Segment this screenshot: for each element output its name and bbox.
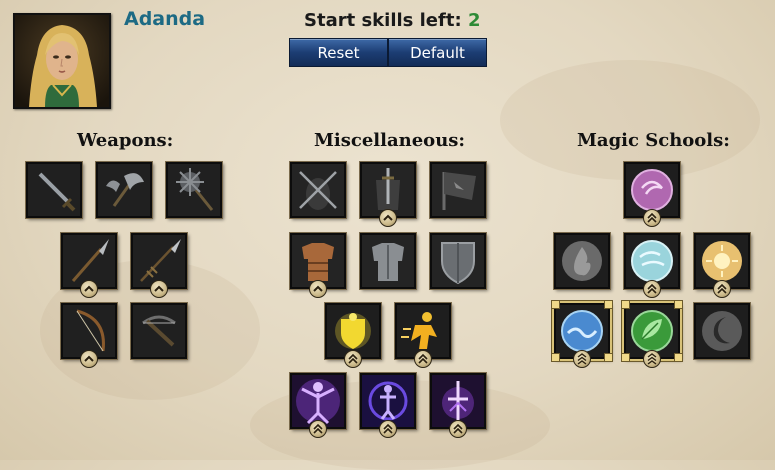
skill-leather-armor[interactable] [290, 233, 346, 298]
axe-icon [98, 164, 150, 216]
skill-banner[interactable] [430, 162, 486, 218]
skill-earth-magic[interactable] [621, 300, 683, 368]
skill-water-magic[interactable] [551, 300, 613, 368]
level-1-chevron-icon [84, 285, 94, 292]
level-1-chevron-icon [84, 355, 94, 362]
selection-corner [604, 353, 613, 362]
skill-axe[interactable] [96, 162, 152, 218]
selection-corner [674, 353, 683, 362]
selection-corner [551, 300, 560, 309]
skill-crossbow[interactable] [131, 303, 187, 359]
banner-icon [432, 164, 484, 216]
reset-button[interactable]: Reset [289, 38, 388, 67]
start-skills-label: Start skills left: [304, 10, 462, 31]
level-1-chevron-icon [383, 214, 393, 221]
skill-spear[interactable] [61, 233, 117, 298]
level-2-chevron-icon [647, 283, 657, 294]
selection-corner [674, 300, 683, 309]
skill-level-badge [80, 280, 98, 298]
skill-level-badge [80, 350, 98, 368]
skill-bow[interactable] [61, 303, 117, 368]
magic-schools-title: Magic Schools: [577, 130, 730, 151]
sword-icon [28, 164, 80, 216]
level-1-chevron-icon [313, 285, 323, 292]
skill-guard[interactable] [325, 303, 381, 368]
skill-level-badge [643, 209, 661, 227]
hero-portrait[interactable] [13, 13, 111, 109]
skill-dark-magic[interactable] [694, 303, 750, 359]
plate-armor-icon [362, 235, 414, 287]
level-2-chevron-icon [717, 283, 727, 294]
fire-magic-icon [556, 235, 608, 287]
skill-air-magic[interactable] [624, 233, 680, 298]
skill-sword[interactable] [26, 162, 82, 218]
level-2-chevron-icon [647, 212, 657, 223]
mace-icon [168, 164, 220, 216]
skill-level-badge [379, 420, 397, 438]
skill-level-badge [309, 420, 327, 438]
button-row: Reset Default [289, 38, 487, 67]
skill-regeneration[interactable] [430, 373, 486, 438]
crossbow-icon [133, 305, 185, 357]
skill-level-badge [573, 350, 591, 368]
level-3-chevron-icon [647, 353, 657, 365]
selection-corner [621, 300, 630, 309]
skill-bodybuilding[interactable] [360, 373, 416, 438]
level-2-chevron-icon [383, 423, 393, 434]
selection-corner [621, 353, 630, 362]
skill-shield[interactable] [430, 233, 486, 289]
level-2-chevron-icon [348, 353, 358, 364]
skill-level-badge [643, 350, 661, 368]
skill-level-badge [309, 280, 327, 298]
skill-fire-magic[interactable] [554, 233, 610, 289]
skill-light-magic[interactable] [694, 233, 750, 298]
selection-corner [604, 300, 613, 309]
skill-level-badge [449, 420, 467, 438]
skill-level-badge [344, 350, 362, 368]
miscellaneous-title: Miscellaneous: [314, 130, 466, 151]
start-skills-count: 2 [467, 10, 481, 31]
skill-level-badge [713, 280, 731, 298]
skill-javelin[interactable] [131, 233, 187, 298]
skill-level-badge [643, 280, 661, 298]
level-1-chevron-icon [154, 285, 164, 292]
skill-dodge[interactable] [395, 303, 451, 368]
dark-magic-icon [696, 305, 748, 357]
skill-dual-wield[interactable] [290, 162, 346, 218]
weapons-title: Weapons: [77, 130, 174, 151]
selection-corner [551, 353, 560, 362]
skill-plate-armor[interactable] [360, 233, 416, 289]
dual-wield-icon [292, 164, 344, 216]
hero-portrait-image [15, 15, 109, 107]
skill-meditation[interactable] [290, 373, 346, 438]
skill-level-badge [379, 209, 397, 227]
level-2-chevron-icon [453, 423, 463, 434]
default-button[interactable]: Default [388, 38, 487, 67]
skill-mace[interactable] [166, 162, 222, 218]
shield-icon [432, 235, 484, 287]
skill-level-badge [150, 280, 168, 298]
skill-sword-armor[interactable] [360, 162, 416, 227]
level-2-chevron-icon [418, 353, 428, 364]
skill-level-badge [414, 350, 432, 368]
hero-name: Adanda [124, 8, 206, 30]
level-2-chevron-icon [313, 423, 323, 434]
start-skills-left: Start skills left: 2 [304, 10, 480, 31]
skill-spirit-magic[interactable] [624, 162, 680, 227]
level-3-chevron-icon [577, 353, 587, 365]
